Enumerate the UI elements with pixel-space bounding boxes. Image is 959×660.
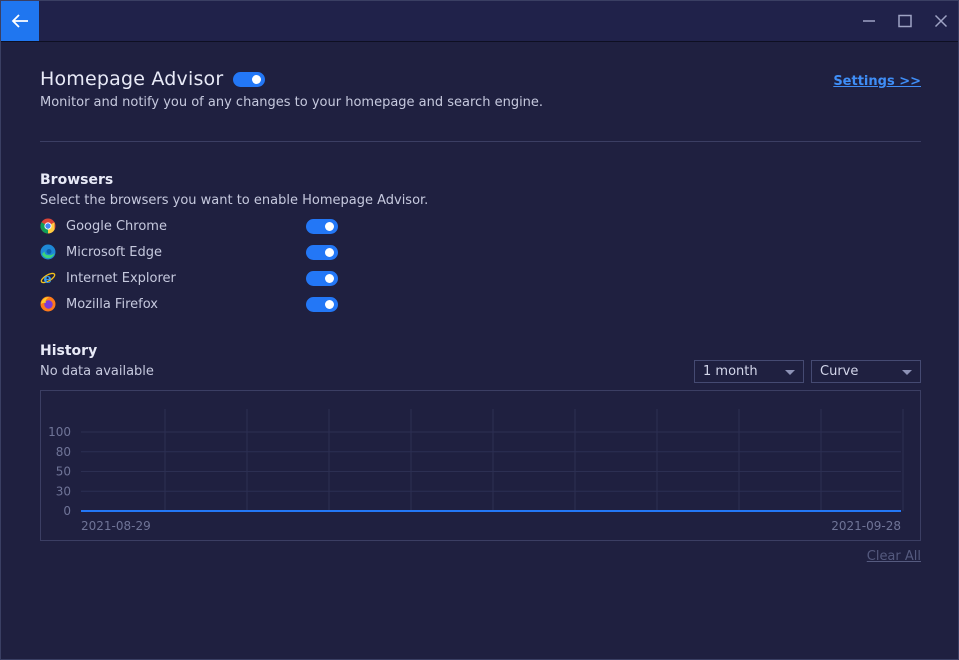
x-tick-label: 2021-08-29 [81, 519, 151, 533]
edge-icon [40, 244, 56, 260]
divider [40, 141, 921, 142]
ie-icon: e [40, 272, 56, 286]
browser-label: Microsoft Edge [66, 244, 163, 260]
browser-label: Google Chrome [66, 218, 167, 234]
x-tick-label: 2021-09-28 [831, 519, 901, 533]
edge-toggle[interactable] [306, 244, 338, 260]
chart-style-select-value: Curve [820, 364, 859, 379]
history-title: History [40, 343, 98, 359]
page-subtitle: Monitor and notify you of any changes to… [40, 95, 544, 110]
app-window: Homepage Advisor Monitor and notify you … [0, 0, 959, 660]
period-select-value: 1 month [703, 364, 758, 379]
browsers-title: Browsers [40, 172, 114, 188]
y-tick-label: 100 [48, 425, 71, 439]
y-tick-label: 30 [56, 484, 71, 498]
period-select[interactable]: 1 month [694, 360, 804, 383]
back-button[interactable] [1, 1, 39, 41]
history-chart: 100 80 50 30 0 2021-08-29 2021-09-28 [40, 390, 921, 541]
close-button[interactable] [928, 9, 954, 33]
chrome-toggle[interactable] [306, 218, 338, 234]
close-icon [934, 14, 948, 28]
minimize-button[interactable] [856, 9, 882, 33]
browser-row-chrome: Google Chrome [40, 216, 338, 236]
page-title: Homepage Advisor [40, 68, 224, 90]
browser-row-firefox: Mozilla Firefox [40, 294, 338, 314]
settings-link[interactable]: Settings >> [833, 74, 921, 89]
minimize-icon [863, 20, 875, 22]
y-tick-label: 80 [56, 445, 71, 459]
browsers-description: Select the browsers you want to enable H… [40, 193, 429, 208]
y-tick-label: 50 [56, 465, 71, 479]
firefox-icon [40, 296, 56, 312]
browser-row-edge: Microsoft Edge [40, 242, 338, 262]
history-status: No data available [40, 364, 154, 379]
header-row: Homepage Advisor [40, 68, 266, 90]
ie-toggle[interactable] [306, 270, 338, 286]
svg-text:e: e [44, 272, 52, 286]
title-bar [1, 1, 958, 42]
firefox-toggle[interactable] [306, 296, 338, 312]
chart-style-select[interactable]: Curve [811, 360, 921, 383]
browser-label: Mozilla Firefox [66, 296, 158, 312]
back-arrow-icon [11, 14, 28, 28]
history-chart-svg: 100 80 50 30 0 2021-08-29 2021-09-28 [48, 409, 904, 533]
clear-all-link[interactable]: Clear All [867, 549, 921, 564]
maximize-button[interactable] [892, 9, 918, 33]
browser-row-ie: e Internet Explorer [40, 268, 338, 288]
maximize-icon [898, 14, 912, 28]
chrome-icon [40, 218, 56, 234]
y-tick-label: 0 [63, 504, 71, 518]
browser-label: Internet Explorer [66, 270, 176, 286]
feature-toggle[interactable] [233, 71, 266, 87]
chevron-down-icon [902, 370, 912, 375]
chevron-down-icon [785, 370, 795, 375]
